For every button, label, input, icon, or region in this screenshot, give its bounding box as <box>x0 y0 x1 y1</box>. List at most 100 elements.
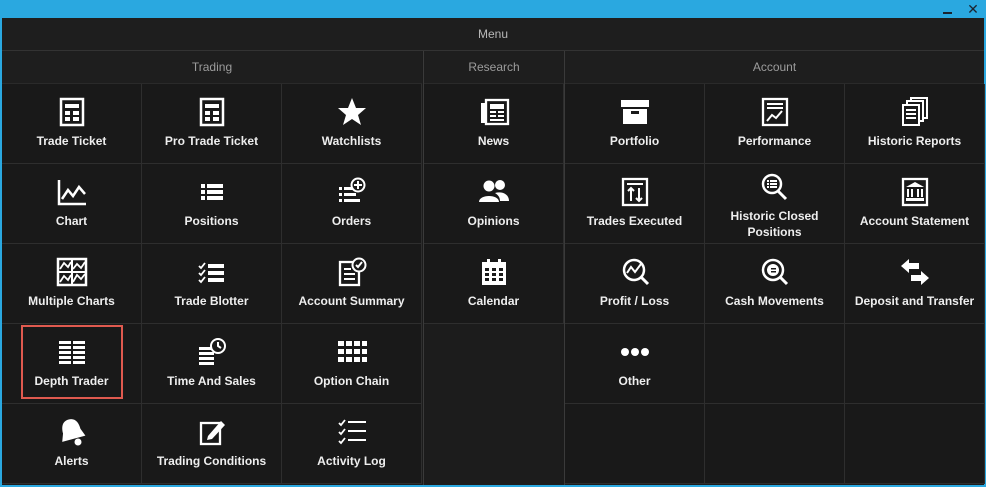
menu-item-pro-trade-ticket[interactable]: Pro Trade Ticket <box>142 84 282 164</box>
menu-item-label: Time And Sales <box>167 374 256 388</box>
checklist-icon <box>197 262 224 284</box>
menu-item-trade-blotter[interactable]: Trade Blotter <box>142 244 282 324</box>
menu-item-label: Watchlists <box>321 134 382 148</box>
menu-item-multiple-charts[interactable]: Multiple Charts <box>2 244 142 324</box>
menu-item-label: Calendar <box>467 294 520 308</box>
orders-add-icon <box>338 177 365 202</box>
minimize-button[interactable] <box>938 0 958 18</box>
menu-item-label: Orders <box>331 214 372 228</box>
menu-window: Menu Trading Trade Ticket Pro Trade Tick… <box>2 18 985 485</box>
menu-item-label: Historic Closed Positions <box>730 209 819 239</box>
cash-search-icon <box>761 258 788 286</box>
menu-item-profit-loss[interactable]: Profit / Loss <box>565 244 705 324</box>
menu-item-trade-ticket[interactable]: Trade Ticket <box>2 84 142 164</box>
menu-item-label: Historic Reports <box>867 134 962 148</box>
transfer-arrows-icon <box>900 259 929 285</box>
edit-icon <box>199 421 225 446</box>
account-section-title: Account <box>565 51 984 84</box>
menu-item-trades-executed[interactable]: Trades Executed <box>565 164 705 244</box>
menu-item-activity-log[interactable]: Activity Log <box>282 404 422 484</box>
menu-item-performance[interactable]: Performance <box>705 84 845 164</box>
menu-item-label: Multiple Charts <box>28 294 115 308</box>
search-list-icon <box>761 173 787 201</box>
menu-item-news[interactable]: News <box>424 84 564 164</box>
menu-item-label: Account Statement <box>859 214 970 228</box>
menu-item-watchlists[interactable]: Watchlists <box>282 84 422 164</box>
menu-item-label: Cash Movements <box>725 294 824 308</box>
menu-item-other[interactable]: Other <box>565 324 705 404</box>
pro-trade-ticket-icon <box>199 97 224 127</box>
empty-tile <box>705 404 845 484</box>
menu-item-label: Deposit and Transfer <box>854 294 975 308</box>
menu-item-label: Opinions <box>467 214 520 228</box>
star-icon <box>337 98 366 125</box>
menu-item-label: Performance <box>737 134 812 148</box>
menu-item-label: Option Chain <box>313 374 390 388</box>
close-icon: ✕ <box>967 1 979 17</box>
research-section-title: Research <box>424 51 564 84</box>
historic-reports-icon <box>901 97 928 126</box>
line-chart-icon <box>57 180 86 206</box>
menu-item-label: Positions <box>184 214 239 228</box>
users-icon <box>478 180 509 202</box>
menu-item-label: Trades Executed <box>586 214 683 228</box>
menu-item-label: Portfolio <box>609 134 660 148</box>
menu-item-label: Trading Conditions <box>156 454 267 468</box>
menu-item-historic-closed-positions[interactable]: Historic Closed Positions <box>705 164 845 244</box>
calendar-icon <box>481 259 506 285</box>
menu-item-portfolio[interactable]: Portfolio <box>565 84 705 164</box>
multiple-charts-icon <box>56 257 87 287</box>
menu-item-time-and-sales[interactable]: Time And Sales <box>142 324 282 404</box>
menu-item-deposit-and-transfer[interactable]: Deposit and Transfer <box>845 244 985 324</box>
empty-tile <box>705 324 845 404</box>
menu-item-calendar[interactable]: Calendar <box>424 244 564 324</box>
menu-item-account-statement[interactable]: Account Statement <box>845 164 985 244</box>
menu-item-historic-reports[interactable]: Historic Reports <box>845 84 985 164</box>
trading-section-title: Trading <box>2 51 422 84</box>
list-icon <box>200 184 223 200</box>
research-section: Research News Opinions Calendar <box>424 51 564 324</box>
trades-executed-icon <box>621 177 648 207</box>
menu-item-opinions[interactable]: Opinions <box>424 164 564 244</box>
bank-icon <box>901 177 928 207</box>
close-button[interactable]: ✕ <box>963 0 983 18</box>
menu-item-label: News <box>477 134 510 148</box>
menu-item-orders[interactable]: Orders <box>282 164 422 244</box>
window-titlebar: ✕ <box>0 0 986 18</box>
menu-title: Menu <box>2 18 984 51</box>
menu-item-label: Pro Trade Ticket <box>164 134 259 148</box>
option-chain-icon <box>337 341 367 362</box>
performance-icon <box>761 97 788 127</box>
menu-item-label: Account Summary <box>298 294 405 308</box>
empty-tile <box>565 404 705 484</box>
menu-item-label: Chart <box>55 214 88 228</box>
menu-item-trading-conditions[interactable]: Trading Conditions <box>142 404 282 484</box>
bell-icon <box>61 419 85 446</box>
account-section: Account Portfolio Performance Historic R… <box>565 51 985 484</box>
empty-tile <box>845 324 985 404</box>
trade-ticket-icon <box>59 97 84 127</box>
more-dots-icon <box>620 348 649 356</box>
menu-item-label: Other <box>618 374 651 388</box>
activity-log-icon <box>337 419 366 445</box>
account-summary-icon <box>338 257 366 287</box>
profit-loss-icon <box>622 258 649 286</box>
menu-item-label: Trade Ticket <box>36 134 107 148</box>
menu-item-account-summary[interactable]: Account Summary <box>282 244 422 324</box>
menu-item-positions[interactable]: Positions <box>142 164 282 244</box>
selection-highlight <box>21 325 123 399</box>
minimize-icon <box>943 12 952 14</box>
menu-item-cash-movements[interactable]: Cash Movements <box>705 244 845 324</box>
menu-item-label: Alerts <box>54 454 89 468</box>
portfolio-icon <box>620 100 649 124</box>
time-sales-icon <box>198 338 226 365</box>
newspaper-icon <box>480 98 509 126</box>
menu-item-alerts[interactable]: Alerts <box>2 404 142 484</box>
menu-item-label: Profit / Loss <box>599 294 670 308</box>
trading-section: Trading Trade Ticket Pro Trade Ticket Wa… <box>2 51 422 484</box>
menu-item-option-chain[interactable]: Option Chain <box>282 324 422 404</box>
menu-item-chart[interactable]: Chart <box>2 164 142 244</box>
menu-item-label: Trade Blotter <box>174 294 249 308</box>
empty-tile <box>845 404 985 484</box>
menu-item-label: Activity Log <box>317 454 386 468</box>
